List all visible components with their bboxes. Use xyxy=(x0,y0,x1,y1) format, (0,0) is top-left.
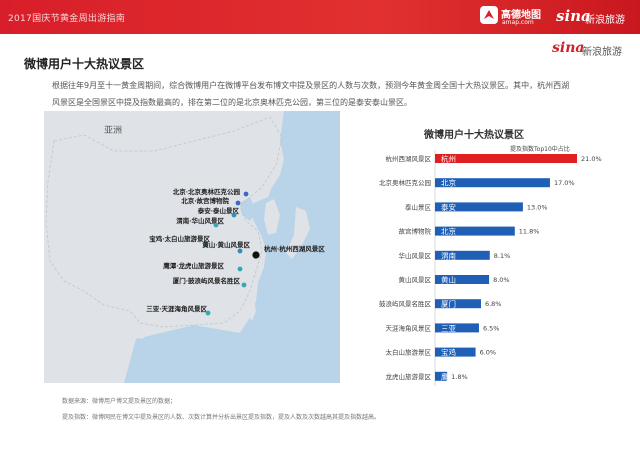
bar-value-label: 13.0% xyxy=(527,203,548,211)
category-label: 天涯海角风景区 xyxy=(386,323,432,332)
category-label: 龙虎山旅游景区 xyxy=(386,372,432,381)
footer-definition: 提及指数：微博网民在博文中提及景区的人数、次数计算并分析出景区提及指数，提及人数… xyxy=(62,414,381,421)
bar-value-label: 6.8% xyxy=(485,300,502,308)
map-marker-dot xyxy=(231,212,237,218)
map-marker-label: 黄山·黄山风景区 xyxy=(202,240,250,249)
bar xyxy=(435,154,577,163)
category-label: 北京奥林匹克公园 xyxy=(379,178,431,187)
map-marker-dot xyxy=(213,222,219,228)
page-root: 2017国庆节黄金周出游指南 高德地图 amap.com sina 新浪旅游 s… xyxy=(0,0,640,452)
category-label: 泰山景区 xyxy=(405,202,432,211)
bar-city-label: 黄山 xyxy=(441,275,456,285)
map-marker-dot xyxy=(252,251,260,259)
header-bar: 2017国庆节黄金周出游指南 高德地图 amap.com sina 新浪旅游 xyxy=(0,0,640,34)
bar-value-label: 21.0% xyxy=(581,155,602,163)
bar-value-label: 6.5% xyxy=(483,324,500,332)
china-map: 亚洲 北京·北京奥林匹克公园 北京·故宫博物院 泰安·泰山景区 渭南·华山风景区 宝鸡·… xyxy=(44,111,340,383)
map-marker-label: 鹰潭·龙虎山旅游景区 xyxy=(163,261,224,270)
category-label: 太白山旅游景区 xyxy=(386,348,432,357)
bar-chart: 杭州西湖风景区 杭州 21.0% 北京奥林匹克公园 北京 17.0% 泰山景区 泰安 13.0%… xyxy=(340,150,640,390)
gaode-logo-icon xyxy=(480,6,498,24)
map-marker-dot xyxy=(243,191,249,197)
bar-city-label: 宝鸡 xyxy=(441,347,456,357)
bar-value-label: 8.1% xyxy=(494,252,511,260)
map-marker-dot xyxy=(237,266,243,272)
bar-value-label: 8.0% xyxy=(493,276,510,284)
map-marker-label: 杭州·杭州西湖风景区 xyxy=(264,244,325,253)
bar-value-label: 17.0% xyxy=(554,179,575,187)
bar-city-label: 厦门 xyxy=(441,300,456,309)
intro-paragraph-line: 风景区是全国景区中提及指数最高的，排在第二位的是北京奥林匹克公园，第三位的是泰安… xyxy=(52,98,412,107)
category-label: 杭州西湖风景区 xyxy=(386,154,432,163)
gaode-logo-url: amap.com xyxy=(502,19,534,26)
bar-city-label: 北京 xyxy=(441,178,456,188)
map-region-label: 亚洲 xyxy=(104,125,122,135)
category-label: 华山风景区 xyxy=(399,251,432,260)
map-marker-dot xyxy=(235,200,241,206)
bar-city-label: 泰安 xyxy=(441,202,456,212)
category-label: 故宫博物院 xyxy=(399,227,432,236)
footer-source: 数据来源：微博用户博文提及景区的数据； xyxy=(62,398,177,405)
category-label: 黄山风景区 xyxy=(399,275,432,284)
bar-value-label: 1.8% xyxy=(451,373,468,381)
bar-value-label: 11.8% xyxy=(519,228,540,236)
map-marker-label: 三亚·天涯海角风景区 xyxy=(146,304,207,313)
intro-paragraph: 根据往年9月至十一黄金周期间，综合微博用户在微博平台发布博文中提及景区的人数与次… xyxy=(52,77,618,111)
map-marker-dot xyxy=(241,282,247,288)
header-title: 2017国庆节黄金周出游指南 xyxy=(8,14,126,24)
map-marker-dot xyxy=(205,310,211,316)
sina-travel-logo-name: 新浪旅游 xyxy=(582,47,622,58)
sina-logo-name: 新浪旅游 xyxy=(585,15,625,26)
map-marker-label: 北京·故宫博物院 xyxy=(181,196,229,205)
map-marker-dot xyxy=(237,248,243,254)
intro-paragraph-line: 根据往年9月至十一黄金周期间，综合微博用户在微博平台发布博文中提及景区的人数与次… xyxy=(52,81,570,90)
page-title: 微博用户十大热议景区 xyxy=(24,57,145,71)
bar-value-label: 6.0% xyxy=(480,349,497,357)
chart-title: 微博用户十大热议景区 xyxy=(424,130,524,141)
sina-travel-logo-mark: sina xyxy=(552,40,585,56)
bar-city-label: 渭南 xyxy=(441,250,456,260)
map-marker-label: 北京·北京奥林匹克公园 xyxy=(173,187,241,196)
bar-city-label: 三亚 xyxy=(441,324,456,333)
map-marker-label: 厦门·鼓浪屿风景名胜区 xyxy=(173,276,241,285)
bar-city-label: 北京 xyxy=(441,226,456,236)
bar-city-label: 杭州 xyxy=(441,154,456,164)
category-label: 鼓浪屿风景名胜区 xyxy=(379,299,432,308)
